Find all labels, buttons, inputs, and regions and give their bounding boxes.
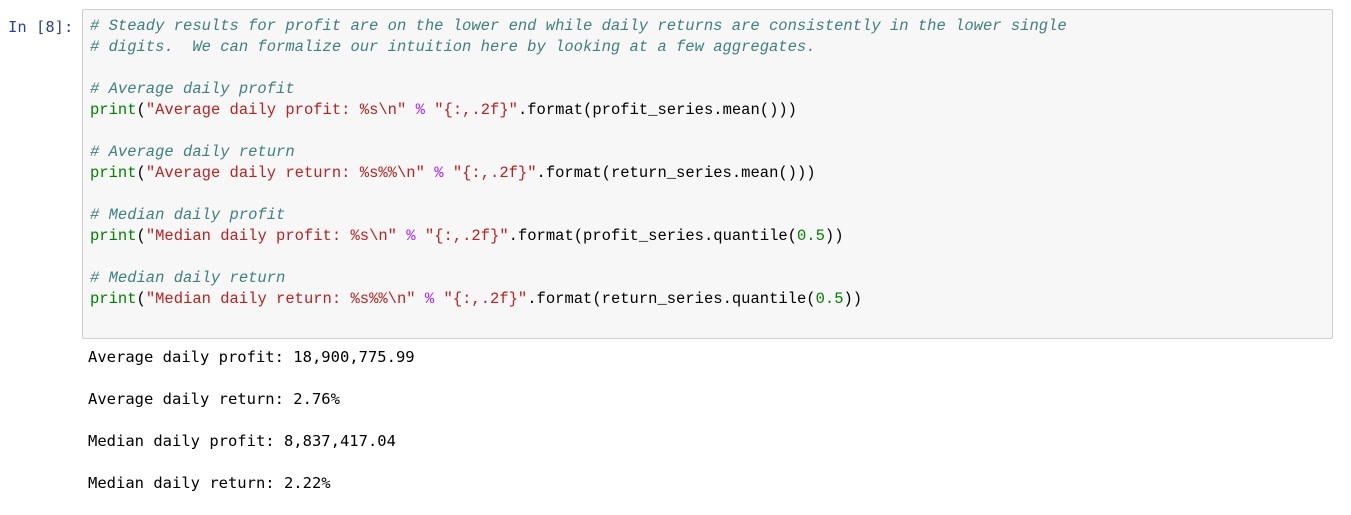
code-token-string: "{:,.2f}": [434, 101, 518, 119]
cell-output: Average daily profit: 18,900,775.99 Avera…: [88, 347, 415, 515]
code-token-plain: (: [136, 227, 146, 245]
code-token-builtin: print: [90, 101, 137, 119]
code-line: # digits. We can formalize our intuition…: [90, 37, 1067, 58]
code-token-string: "{:,.2f}": [424, 227, 509, 245]
code-token-builtin: print: [90, 164, 137, 182]
code-token-string: "Average daily return: %s%%\n": [145, 164, 425, 182]
code-line: # Steady results for profit are on the l…: [90, 16, 1067, 37]
output-line: Median daily profit: 8,837,417.04: [88, 432, 396, 450]
code-token-string: "Median daily return: %s%%\n": [145, 290, 416, 308]
code-token-string: "Median daily profit: %s\n": [145, 227, 397, 245]
code-line: print("Median daily return: %s%%\n" % "{…: [90, 289, 1067, 310]
code-token-op: %: [434, 164, 444, 182]
code-token-string: "Average daily profit: %s\n": [145, 101, 407, 119]
code-token-comment: # Average daily return: [90, 143, 295, 161]
code-token-plain: )): [843, 290, 863, 308]
code-cell-editor[interactable]: # Steady results for profit are on the l…: [82, 9, 1333, 339]
code-line: # Median daily profit: [90, 205, 1067, 226]
code-line: print("Median daily profit: %s\n" % "{:,…: [90, 226, 1067, 247]
code-token-plain: (: [136, 290, 146, 308]
code-token-number: 0.5: [815, 290, 844, 308]
code-token-comment: # Average daily profit: [90, 80, 295, 98]
code-line: # Median daily return: [90, 268, 1067, 289]
code-token-op: %: [424, 290, 435, 308]
code-token-plain: .format(return_series.quantile(: [527, 290, 816, 308]
code-token-comment: # Steady results for profit are on the l…: [90, 17, 1067, 35]
code-token-plain: (: [136, 101, 146, 119]
code-token-comment: # Median daily return: [90, 269, 286, 287]
code-token-plain: )): [824, 227, 844, 245]
code-token-builtin: print: [90, 227, 137, 245]
output-line: Median daily return: 2.22%: [88, 474, 331, 492]
code-token-builtin: print: [90, 290, 137, 308]
code-token-plain: .format(return_series.mean())): [536, 164, 816, 182]
code-line: # Average daily profit: [90, 79, 1067, 100]
code-line: # Average daily return: [90, 142, 1067, 163]
code-token-op: %: [406, 227, 416, 245]
output-line: Average daily profit: 18,900,775.99: [88, 348, 415, 366]
code-token-comment: # digits. We can formalize our intuition…: [90, 38, 816, 56]
code-block[interactable]: # Steady results for profit are on the l…: [90, 16, 1067, 310]
code-line: print("Average daily profit: %s\n" % "{:…: [90, 100, 1067, 121]
code-token-plain: .format(profit_series.mean())): [517, 101, 797, 119]
code-token-comment: # Median daily profit: [90, 206, 286, 224]
output-line: Average daily return: 2.76%: [88, 390, 340, 408]
code-token-op: %: [415, 101, 425, 119]
code-line: print("Average daily return: %s%%\n" % "…: [90, 163, 1067, 184]
code-token-string: "{:,.2f}": [443, 290, 528, 308]
code-token-string: "{:,.2f}": [452, 164, 537, 182]
code-token-plain: .format(profit_series.quantile(: [508, 227, 797, 245]
input-prompt: In [8]:: [8, 18, 74, 36]
code-token-number: 0.5: [797, 227, 825, 245]
code-token-plain: (: [136, 164, 146, 182]
